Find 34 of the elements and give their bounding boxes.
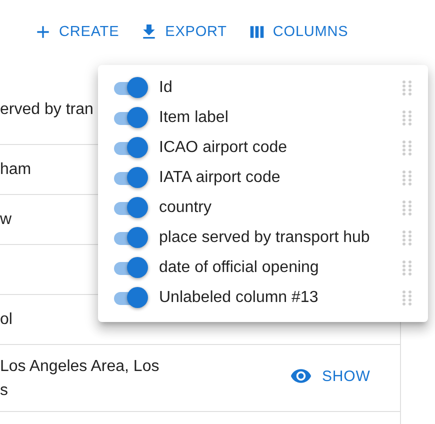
toggle-switch[interactable] bbox=[112, 167, 148, 189]
drag-handle-icon[interactable] bbox=[402, 80, 412, 96]
drag-handle-icon[interactable] bbox=[402, 260, 412, 276]
column-label: Id bbox=[159, 79, 174, 97]
toolbar-button[interactable]: EXPORT bbox=[134, 18, 232, 46]
drag-handle-icon[interactable] bbox=[402, 140, 412, 156]
column-label: country bbox=[159, 199, 212, 217]
drag-handle-icon[interactable] bbox=[402, 170, 412, 186]
toggle-switch[interactable] bbox=[112, 107, 148, 129]
table-cell-text: Los Angeles Area, Los bbox=[0, 357, 160, 377]
drag-handle-icon[interactable] bbox=[402, 200, 412, 216]
toggle-switch[interactable] bbox=[112, 287, 148, 309]
drag-handle-icon[interactable] bbox=[402, 230, 412, 246]
table-cell-text: ham bbox=[0, 160, 32, 180]
toggle-switch[interactable] bbox=[112, 137, 148, 159]
column-label: Unlabeled column #13 bbox=[159, 289, 320, 307]
table-cell-text: ol bbox=[0, 310, 12, 330]
column-label: Item label bbox=[159, 109, 230, 127]
table-cell-text: w bbox=[0, 210, 12, 230]
column-label: place served by transport hub bbox=[159, 229, 371, 247]
toggle-switch[interactable] bbox=[112, 197, 148, 219]
table-cell-text: s bbox=[0, 381, 8, 401]
column-label: ICAO airport code bbox=[159, 139, 288, 157]
toggle-switch[interactable] bbox=[112, 227, 148, 249]
toolbar-button[interactable]: CREATE bbox=[28, 18, 124, 46]
column-label: IATA airport code bbox=[159, 169, 282, 187]
toolbar-button[interactable]: COLUMNS bbox=[242, 18, 354, 46]
show-button[interactable]: SHOW bbox=[286, 361, 374, 391]
toggle-switch[interactable] bbox=[112, 257, 148, 279]
drag-handle-icon[interactable] bbox=[402, 290, 412, 306]
column-label: date of official opening bbox=[159, 259, 320, 277]
drag-handle-icon[interactable] bbox=[402, 110, 412, 126]
toggle-switch[interactable] bbox=[112, 77, 148, 99]
column-header: erved by tran bbox=[0, 100, 94, 120]
